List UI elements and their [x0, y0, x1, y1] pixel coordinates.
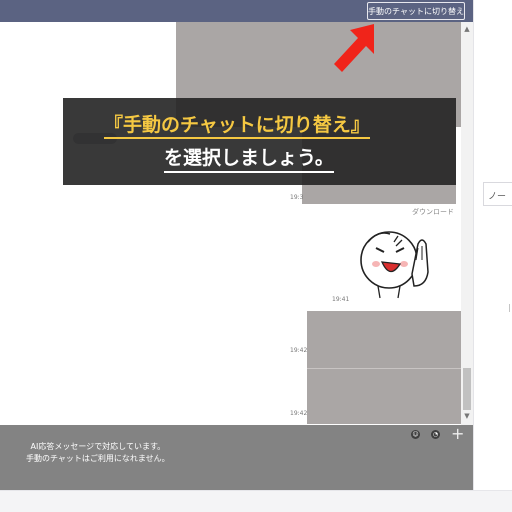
message-timestamp: 19:42 [290, 347, 308, 354]
right-panel-marker: | [508, 303, 511, 312]
instruction-text: を選択しましょう。 [164, 145, 334, 173]
message-timestamp: 19:41 [332, 296, 350, 303]
switch-to-manual-chat-button[interactable]: 手動のチャットに切り替え [367, 2, 465, 20]
footer-line-1: AI応答メッセージで対応しています。 [30, 442, 166, 451]
red-arrow-icon [330, 22, 380, 78]
message-timestamp: 19:3 [290, 194, 304, 201]
scrollbar-thumb[interactable] [463, 368, 471, 410]
plus-icon[interactable]: + [451, 425, 464, 443]
chat-bubble-icon[interactable]: ◔ [431, 430, 440, 439]
footer-status-message: AI応答メッセージで対応しています。 手動のチャットはご利用になれません。 [26, 441, 170, 465]
scrollbar-track[interactable] [461, 22, 473, 425]
footer-line-2: 手動のチャットはご利用になれません。 [26, 454, 170, 463]
bottom-strip [0, 490, 512, 512]
right-panel-tab[interactable]: ノー [483, 182, 512, 206]
scroll-down-arrow[interactable]: ▼ [462, 411, 472, 421]
download-link[interactable]: ダウンロード [412, 207, 454, 217]
scroll-up-arrow[interactable]: ▲ [462, 24, 472, 34]
instruction-highlight-text: 『手動のチャットに切り替え』 [104, 113, 370, 139]
message-timestamp: 19:42 [290, 410, 308, 417]
right-panel [473, 0, 512, 490]
image-divider [307, 368, 461, 369]
sticker-icon[interactable] [356, 224, 438, 304]
emoji-icon[interactable]: ☺ [411, 430, 420, 439]
